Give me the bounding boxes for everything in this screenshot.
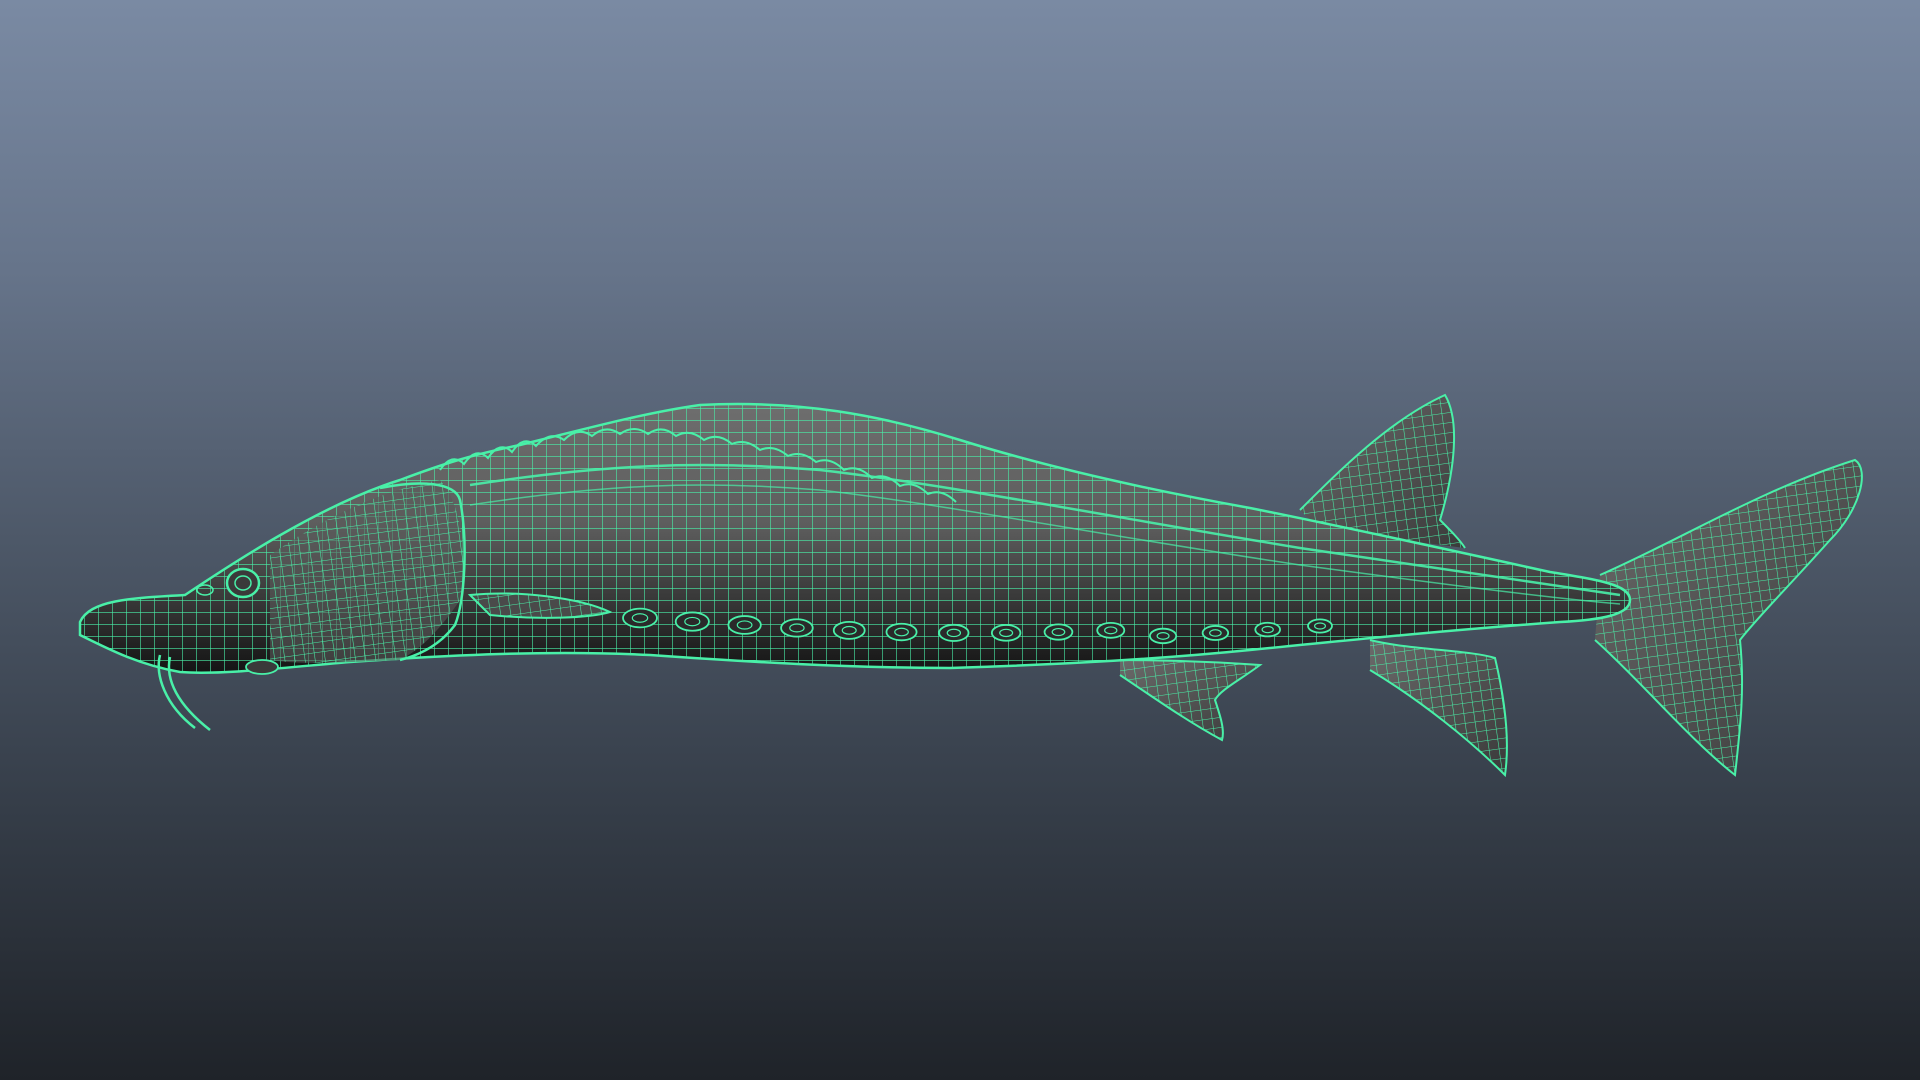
- lateral-scute: [990, 624, 1022, 642]
- lateral-scute: [780, 618, 814, 638]
- lateral-scute: [832, 620, 866, 640]
- anal-fin: [1369, 639, 1508, 778]
- lateral-scute: [1043, 623, 1074, 641]
- lateral-scute: [674, 611, 710, 632]
- pelvic-fin: [1119, 659, 1263, 742]
- sturgeon-wireframe-model[interactable]: [0, 0, 1920, 1080]
- lateral-scute: [1307, 618, 1333, 634]
- lateral-scute: [1201, 625, 1230, 641]
- caudal-fin: [1594, 458, 1863, 777]
- lateral-scute: [1254, 621, 1281, 638]
- lateral-scute: [727, 615, 762, 635]
- lateral-scute: [622, 607, 658, 629]
- 3d-viewport[interactable]: [0, 0, 1920, 1080]
- lateral-scute: [1096, 621, 1126, 639]
- lateral-scute: [1149, 627, 1178, 645]
- lateral-scute: [938, 623, 970, 642]
- lateral-scute: [885, 622, 918, 642]
- eye: [225, 567, 261, 599]
